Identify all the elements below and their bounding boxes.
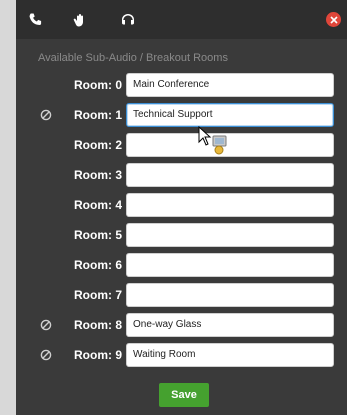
room-label: Room: 5 [74,228,122,242]
room-row: Room: 4 [16,193,347,219]
room-label: Room: 6 [74,258,122,272]
room-name-input[interactable] [126,253,334,277]
room-label: Room: 3 [74,168,122,182]
room-label: Room: 1 [74,108,122,122]
prohibited-icon[interactable] [40,349,52,361]
room-label: Room: 9 [74,348,122,362]
room-row: Room: 0 Main Conference [16,73,347,99]
phone-icon [29,13,42,25]
room-row: Room: 7 [16,283,347,309]
section-subtitle: Available Sub-Audio / Breakout Rooms [38,52,228,64]
room-label: Room: 4 [74,198,122,212]
prohibited-icon[interactable] [40,319,52,331]
room-row: Room: 3 [16,163,347,189]
tab-hand[interactable] [60,0,100,39]
room-row: Room: 8 One-way Glass [16,313,347,339]
room-row: Room: 6 [16,253,347,279]
room-row: Room: 2 [16,133,347,159]
cursor-drag-icon [198,126,227,155]
tab-headset[interactable] [108,0,148,39]
room-row: Room: 9 Waiting Room [16,343,347,369]
room-name-input[interactable] [126,163,334,187]
tab-phone[interactable] [16,0,56,39]
room-name-input[interactable]: Technical Support [126,103,334,127]
room-label: Room: 7 [74,288,122,302]
room-label: Room: 8 [74,318,122,332]
room-name-input[interactable] [126,133,334,157]
toolbar [16,0,347,39]
room-label: Room: 2 [74,138,122,152]
room-name-input[interactable]: One-way Glass [126,313,334,337]
room-name-input[interactable] [126,283,334,307]
prohibited-icon[interactable] [40,109,52,121]
room-row: Room: 1 Technical Support [16,103,347,129]
room-name-input[interactable]: Main Conference [126,73,334,97]
hand-icon [73,13,83,26]
room-name-input[interactable] [126,193,334,217]
headset-icon [122,13,134,24]
room-label: Room: 0 [74,78,122,92]
room-row: Room: 5 [16,223,347,249]
save-button[interactable]: Save [159,383,209,407]
close-button[interactable] [326,12,341,27]
room-name-input[interactable]: Waiting Room [126,343,334,367]
room-name-input[interactable] [126,223,334,247]
close-icon [329,15,338,24]
breakout-rooms-panel: Available Sub-Audio / Breakout Rooms Roo… [16,0,347,415]
